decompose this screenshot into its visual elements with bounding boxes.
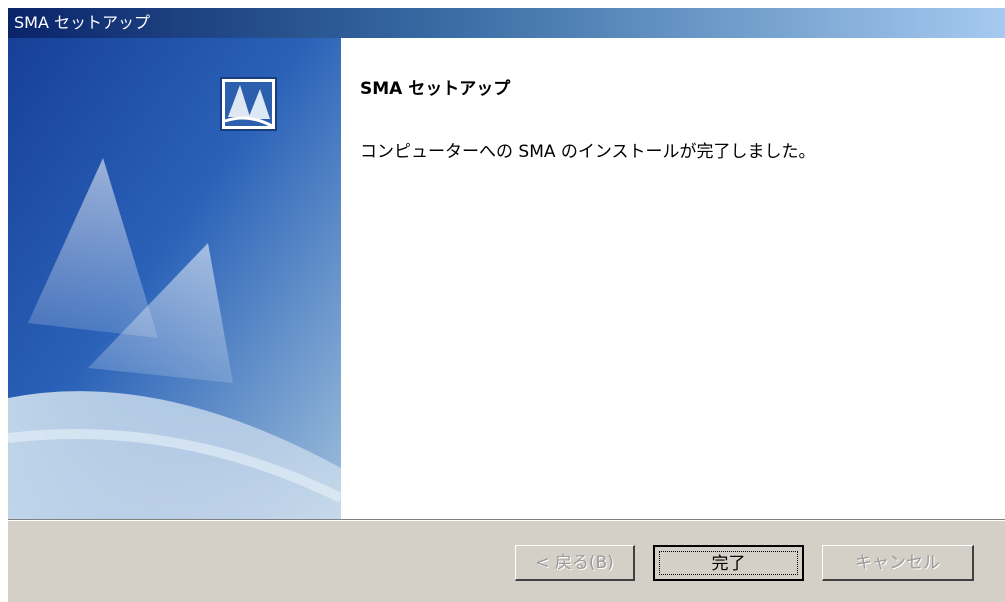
setup-icon bbox=[220, 77, 277, 131]
page-title: SMA セットアップ bbox=[360, 79, 511, 99]
side-banner-image bbox=[8, 38, 341, 519]
back-button[interactable]: < 戻る(B) bbox=[515, 545, 635, 581]
completion-message: コンピューターへの SMA のインストールが完了しました。 bbox=[360, 142, 816, 162]
window-title: SMA セットアップ bbox=[14, 13, 150, 32]
focus-rectangle: 完了 bbox=[659, 551, 798, 575]
dialog-content: SMA セットアップ コンピューターへの SMA のインストールが完了しました。 bbox=[8, 38, 1005, 519]
finish-button[interactable]: 完了 bbox=[653, 545, 804, 581]
separator-line bbox=[8, 519, 1005, 521]
setup-dialog: SMA セットアップ SMA セットアップ コンピューターへの SMA のインス… bbox=[8, 8, 1005, 602]
title-bar[interactable]: SMA セットアップ bbox=[8, 8, 1005, 38]
cancel-button[interactable]: キャンセル bbox=[822, 545, 974, 581]
